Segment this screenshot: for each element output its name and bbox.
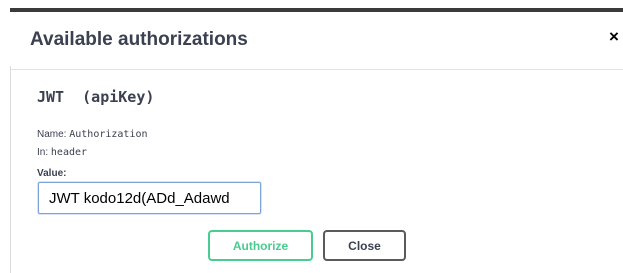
auth-in-line: In: header xyxy=(37,147,87,158)
modal-title: Available authorizations xyxy=(30,29,248,50)
authorize-button[interactable]: Authorize xyxy=(208,230,313,261)
modal-left-border xyxy=(10,66,11,273)
auth-value-label: Value: xyxy=(37,168,67,179)
modal-header: Available authorizations × xyxy=(10,12,623,70)
auth-name-label: Name: xyxy=(37,129,67,140)
auth-in-value: header xyxy=(50,147,88,158)
auth-modal: Available authorizations × xyxy=(10,8,623,273)
auth-name-value: Authorization xyxy=(69,129,148,140)
auth-value-input[interactable] xyxy=(38,182,261,214)
close-icon[interactable]: × xyxy=(607,26,621,48)
auth-name-line: Name: Authorization xyxy=(37,129,148,140)
auth-in-label: In: xyxy=(37,147,49,158)
close-button[interactable]: Close xyxy=(323,230,406,261)
auth-scheme-title: JWT (apiKey) xyxy=(37,88,155,106)
